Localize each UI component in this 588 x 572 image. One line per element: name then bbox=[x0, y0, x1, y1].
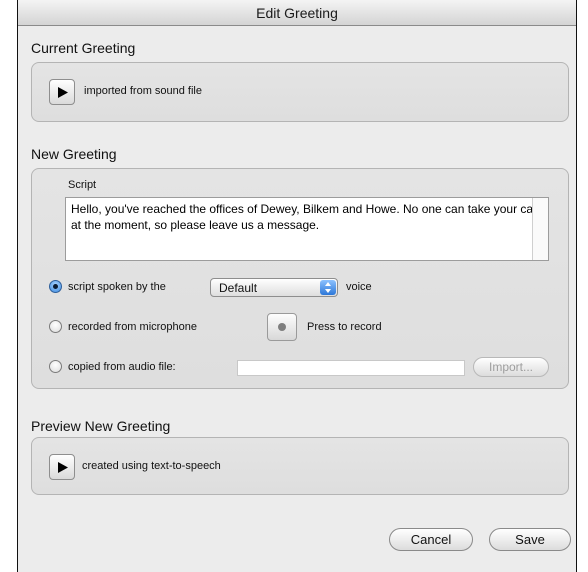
current-greeting-status: imported from sound file bbox=[84, 85, 202, 97]
script-label: Script bbox=[68, 179, 97, 191]
window-title: Edit Greeting bbox=[256, 5, 338, 21]
script-spoken-radio[interactable] bbox=[49, 280, 62, 293]
new-greeting-heading: New Greeting bbox=[31, 146, 117, 162]
save-button[interactable]: Save bbox=[489, 528, 571, 551]
record-button[interactable] bbox=[267, 313, 297, 341]
audio-file-radio[interactable] bbox=[49, 360, 62, 373]
voice-popup[interactable]: Default bbox=[210, 278, 338, 297]
play-preview-button[interactable] bbox=[49, 454, 75, 480]
microphone-radio[interactable] bbox=[49, 320, 62, 333]
voice-popup-value: Default bbox=[219, 281, 258, 295]
play-icon bbox=[58, 87, 68, 98]
preview-status: created using text-to-speech bbox=[82, 460, 221, 472]
audio-file-label: copied from audio file: bbox=[68, 361, 176, 373]
voice-suffix-label: voice bbox=[346, 281, 372, 293]
preview-box: created using text-to-speech bbox=[31, 437, 569, 495]
script-text: Hello, you've reached the offices of Dew… bbox=[71, 202, 539, 232]
preview-heading: Preview New Greeting bbox=[31, 418, 171, 434]
title-bar: Edit Greeting bbox=[18, 0, 576, 26]
play-icon bbox=[58, 462, 68, 473]
record-dot-icon bbox=[278, 323, 286, 331]
import-button[interactable]: Import... bbox=[473, 357, 549, 377]
new-greeting-box: Script Hello, you've reached the offices… bbox=[31, 168, 569, 389]
press-to-record-label: Press to record bbox=[307, 321, 382, 333]
cancel-button[interactable]: Cancel bbox=[389, 528, 473, 551]
current-greeting-box: imported from sound file bbox=[31, 62, 569, 122]
audio-file-path-field[interactable] bbox=[237, 360, 465, 376]
radio-selected-dot bbox=[53, 284, 58, 289]
current-greeting-heading: Current Greeting bbox=[31, 40, 136, 56]
up-down-arrows-icon bbox=[320, 280, 336, 295]
script-scrollbar[interactable] bbox=[532, 198, 548, 260]
play-current-button[interactable] bbox=[49, 79, 75, 105]
script-textarea[interactable]: Hello, you've reached the offices of Dew… bbox=[65, 197, 549, 261]
edit-greeting-window: Edit Greeting Current Greeting imported … bbox=[17, 0, 577, 572]
script-spoken-label: script spoken by the bbox=[68, 281, 166, 293]
microphone-label: recorded from microphone bbox=[68, 321, 198, 333]
